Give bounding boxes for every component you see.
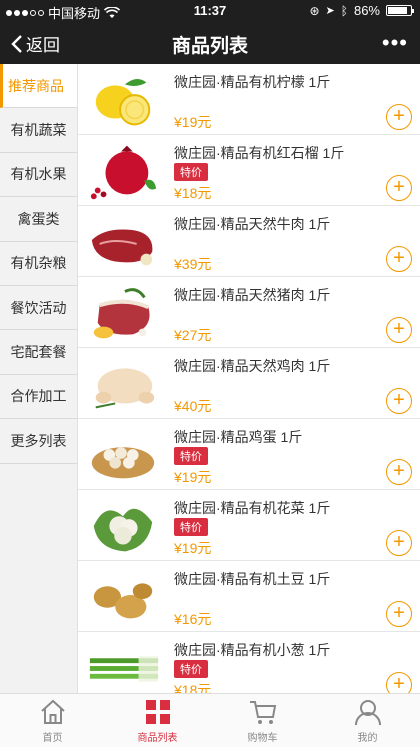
product-name[interactable]: 微庄园·精品有机柠檬 1斤 <box>174 72 330 92</box>
product-row[interactable]: 微庄园·精品有机红石榴 1斤 特价 ¥18元 + <box>78 135 420 206</box>
user-icon <box>354 700 381 726</box>
sidebar-item[interactable]: 更多列表 <box>0 419 77 464</box>
product-name[interactable]: 微庄园·精品有机花菜 1斤 <box>174 498 330 518</box>
product-price: ¥40元 <box>174 398 212 414</box>
navigation-bar: 返回 商品列表 ••• <box>0 22 420 64</box>
lock-rotation-icon: ⊛ <box>309 3 320 18</box>
add-to-cart-button[interactable]: + <box>386 104 412 130</box>
more-options-button[interactable]: ••• <box>382 30 408 56</box>
product-price: ¥18元 <box>174 185 212 201</box>
product-image[interactable] <box>86 212 160 272</box>
tab-home[interactable]: 首页 <box>0 694 105 747</box>
product-image[interactable] <box>86 425 160 485</box>
product-price: ¥19元 <box>174 540 212 556</box>
tab-product-list-label: 商品列表 <box>137 733 178 744</box>
product-image[interactable] <box>86 496 160 556</box>
battery-icon <box>386 5 414 16</box>
product-row[interactable]: 微庄园·精品有机花菜 1斤 特价 ¥19元 + <box>78 490 420 561</box>
product-row[interactable]: 微庄园·精品鸡蛋 1斤 特价 ¥19元 + <box>78 419 420 490</box>
sidebar-item[interactable]: 宅配套餐 <box>0 330 77 375</box>
product-image[interactable] <box>86 283 160 343</box>
sidebar-item[interactable]: 餐饮活动 <box>0 286 77 331</box>
home-icon <box>40 699 65 724</box>
sidebar-item[interactable]: 禽蛋类 <box>0 197 77 242</box>
product-row[interactable]: 微庄园·精品有机柠檬 1斤 ¥19元 + <box>78 64 420 135</box>
tab-me[interactable]: 我的 <box>315 694 420 747</box>
product-row[interactable]: 微庄园·精品天然猪肉 1斤 ¥27元 + <box>78 277 420 348</box>
system-indicators: ⊛ ➤ ᛒ 86% <box>309 3 414 18</box>
bluetooth-icon: ᛒ <box>340 3 348 18</box>
product-list[interactable]: 微庄园·精品有机柠檬 1斤 ¥19元 + 微庄园·精品有机红石榴 1斤 特价 ¥18元 + 微… <box>78 64 420 693</box>
product-row[interactable]: 微庄园·精品天然鸡肉 1斤 ¥40元 + <box>78 348 420 419</box>
sidebar-item[interactable]: 有机杂粮 <box>0 242 77 286</box>
product-price: ¥27元 <box>174 327 212 343</box>
add-to-cart-button[interactable]: + <box>386 530 412 556</box>
tab-me-label: 我的 <box>357 733 378 744</box>
product-name[interactable]: 微庄园·精品有机土豆 1斤 <box>174 569 330 589</box>
add-to-cart-button[interactable]: + <box>386 459 412 485</box>
product-name[interactable]: 微庄园·精品天然牛肉 1斤 <box>174 214 330 234</box>
sidebar-item[interactable]: 有机蔬菜 <box>0 108 77 153</box>
add-to-cart-button[interactable]: + <box>386 672 412 693</box>
product-row[interactable]: 微庄园·精品有机土豆 1斤 ¥16元 + <box>78 561 420 632</box>
product-row[interactable]: 微庄园·精品天然牛肉 1斤 ¥39元 + <box>78 206 420 277</box>
product-name[interactable]: 微庄园·精品有机红石榴 1斤 <box>174 143 344 163</box>
battery-label: 86% <box>353 3 380 18</box>
special-offer-badge: 特价 <box>174 518 208 536</box>
sidebar-item[interactable]: 推荐商品 <box>0 64 77 109</box>
sidebar-item[interactable]: 有机水果 <box>0 153 77 198</box>
product-price: ¥16元 <box>174 611 212 627</box>
product-name[interactable]: 微庄园·精品天然鸡肉 1斤 <box>174 356 330 376</box>
tab-bar: 首页 商品列表 购物车 我的 <box>0 693 420 747</box>
sidebar-item[interactable]: 合作加工 <box>0 375 77 420</box>
category-sidebar: 推荐商品 有机蔬菜 有机水果 禽蛋类 有机杂粮 餐饮活动 宅配套餐 合作加工 更多列表 <box>0 64 78 693</box>
product-price: ¥19元 <box>174 469 212 485</box>
add-to-cart-button[interactable]: + <box>386 388 412 414</box>
page-title: 商品列表 <box>171 36 248 57</box>
tab-cart-label: 购物车 <box>247 733 278 744</box>
product-price: ¥18元 <box>174 682 212 693</box>
tab-cart[interactable]: 购物车 <box>210 694 315 747</box>
product-price: ¥19元 <box>174 114 212 130</box>
grid-icon <box>145 700 170 724</box>
add-to-cart-button[interactable]: + <box>386 601 412 627</box>
special-offer-badge: 特价 <box>174 660 208 678</box>
special-offer-badge: 特价 <box>174 447 208 465</box>
product-name[interactable]: 微庄园·精品有机小葱 1斤 <box>174 640 330 660</box>
product-image[interactable] <box>86 354 160 414</box>
product-image[interactable] <box>86 638 160 693</box>
cart-icon <box>249 701 276 724</box>
tab-home-label: 首页 <box>42 733 63 744</box>
add-to-cart-button[interactable]: + <box>386 246 412 272</box>
product-row[interactable]: 微庄园·精品有机小葱 1斤 特价 ¥18元 + <box>78 632 420 693</box>
product-name[interactable]: 微庄园·精品天然猪肉 1斤 <box>174 285 330 305</box>
add-to-cart-button[interactable]: + <box>386 317 412 343</box>
product-name[interactable]: 微庄园·精品鸡蛋 1斤 <box>174 427 302 447</box>
add-to-cart-button[interactable]: + <box>386 175 412 201</box>
special-offer-badge: 特价 <box>174 163 208 181</box>
product-image[interactable] <box>86 70 160 130</box>
status-bar: 中国移动 11:37 ⊛ ➤ ᛒ 86% <box>0 0 420 22</box>
product-image[interactable] <box>86 567 160 627</box>
product-price: ¥39元 <box>174 256 212 272</box>
location-icon: ➤ <box>325 5 335 17</box>
tab-product-list[interactable]: 商品列表 <box>105 694 210 747</box>
product-image[interactable] <box>86 141 160 201</box>
